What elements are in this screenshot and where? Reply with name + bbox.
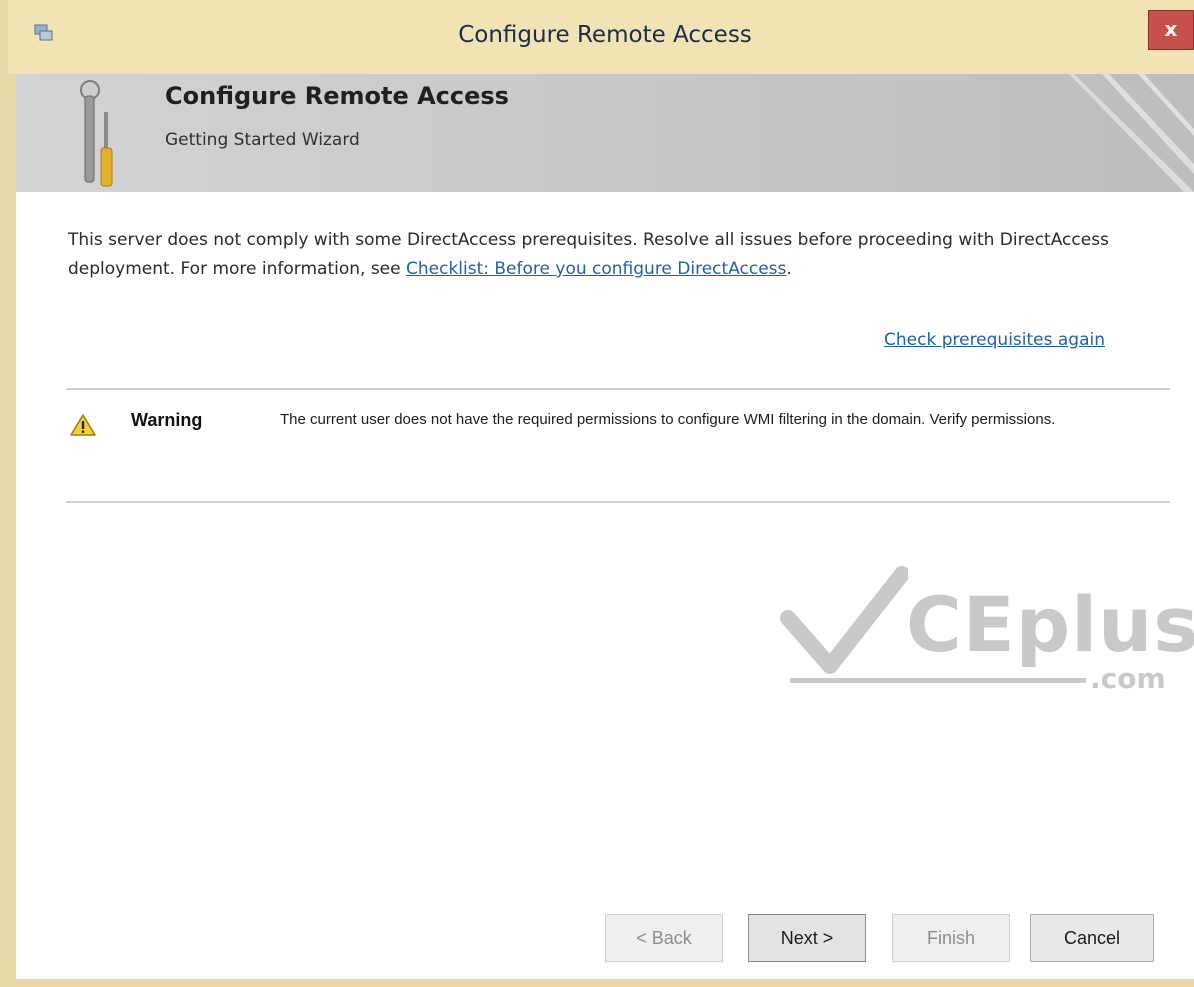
banner-title: Configure Remote Access bbox=[165, 82, 509, 110]
check-prerequisites-link[interactable]: Check prerequisites again bbox=[884, 330, 1105, 350]
cancel-button[interactable]: Cancel bbox=[1030, 914, 1154, 962]
window-title: Configure Remote Access bbox=[458, 22, 752, 48]
banner-subtitle: Getting Started Wizard bbox=[165, 130, 360, 150]
divider-top bbox=[66, 388, 1170, 390]
wizard-banner: Configure Remote Access Getting Started … bbox=[16, 74, 1194, 192]
banner-decoration bbox=[1069, 74, 1194, 192]
watermark-suffix: .com bbox=[1090, 662, 1166, 695]
divider-bottom bbox=[66, 501, 1170, 503]
finish-button[interactable]: Finish bbox=[892, 914, 1010, 962]
back-button[interactable]: < Back bbox=[605, 914, 723, 962]
wizard-window: Configure Remote Access x Configure Remo… bbox=[0, 0, 1194, 987]
next-button[interactable]: Next > bbox=[748, 914, 866, 962]
watermark-check-icon bbox=[780, 566, 908, 674]
button-bar: < Back Next > Finish Cancel bbox=[16, 892, 1194, 979]
issue-severity: Warning bbox=[131, 410, 203, 430]
title-bar[interactable]: Configure Remote Access x bbox=[8, 0, 1194, 74]
watermark-text: CEplus bbox=[906, 580, 1194, 669]
watermark-underline bbox=[790, 678, 1086, 683]
warning-triangle-icon bbox=[70, 414, 96, 436]
wizard-content: This server does not comply with some Di… bbox=[16, 192, 1194, 892]
tools-icon bbox=[80, 80, 113, 187]
watermark: CEplus .com bbox=[778, 566, 1194, 706]
checklist-link[interactable]: Checklist: Before you configure DirectAc… bbox=[406, 259, 786, 279]
close-button[interactable]: x bbox=[1148, 10, 1194, 50]
intro-paragraph: This server does not comply with some Di… bbox=[68, 226, 1148, 284]
intro-end: . bbox=[786, 259, 792, 279]
issue-message: The current user does not have the requi… bbox=[280, 411, 1056, 428]
